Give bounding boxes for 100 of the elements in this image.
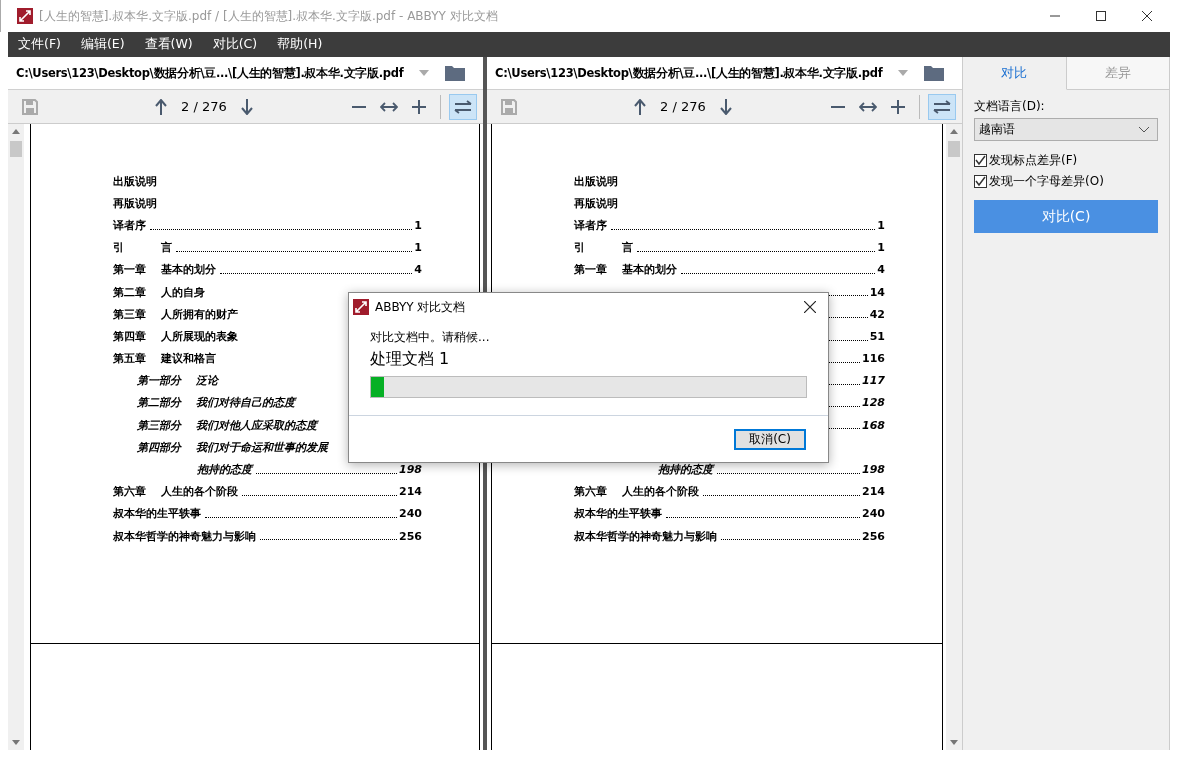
toc-title: 抱持的态度 <box>197 462 252 478</box>
swap-arrows-icon <box>454 99 472 114</box>
page-number: 1 <box>414 218 422 232</box>
arrow-down-icon[interactable] <box>240 98 253 115</box>
close-icon[interactable] <box>804 301 816 313</box>
page-indicator: 2 / 276 <box>181 99 227 114</box>
language-label: 文档语言(D): <box>974 98 1046 115</box>
arrow-up-icon[interactable] <box>634 98 646 115</box>
scrollbar-thumb[interactable] <box>948 141 960 157</box>
page-number: 116 <box>862 352 885 366</box>
toc-title: 我们对他人应采取的态度 <box>196 417 317 433</box>
toc-title: 我们对待自己的态度 <box>196 395 295 411</box>
page-number: 4 <box>877 263 885 277</box>
toc-title: 出版说明 <box>113 173 157 189</box>
page-number: 256 <box>862 529 885 543</box>
page-number: 240 <box>399 507 422 521</box>
swap-arrows-icon <box>933 99 951 114</box>
menu-item[interactable]: 查看(W) <box>134 36 203 53</box>
page-number: 128 <box>862 396 885 410</box>
toc-number: 第三部分 <box>137 417 183 433</box>
page-indicator: 2 / 276 <box>660 99 706 114</box>
zoom-in-icon[interactable] <box>891 99 905 114</box>
zoom-in-icon[interactable] <box>412 99 426 114</box>
toc-number: 第三章 <box>113 306 147 322</box>
page-number: 117 <box>862 374 885 388</box>
page-number: 1 <box>877 218 885 232</box>
toc-number: 第二部分 <box>137 395 183 411</box>
scrollbar-thumb[interactable] <box>10 141 22 157</box>
page-number: 168 <box>862 418 885 432</box>
page-number: 240 <box>862 507 885 521</box>
sync-scroll-toggle[interactable] <box>928 93 956 120</box>
page-number: 198 <box>399 463 422 477</box>
toc-title: 再版说明 <box>574 195 618 211</box>
toc-number: 第六章 <box>574 484 608 500</box>
toc-title: 再版说明 <box>113 195 157 211</box>
toc-title: 人所展现的表象 <box>161 328 238 344</box>
page-number: 51 <box>869 329 885 343</box>
toc-number: 第四章 <box>113 328 147 344</box>
scroll-down-icon[interactable] <box>950 740 958 745</box>
toc-title: 泛论 <box>196 373 218 389</box>
page-number: 42 <box>869 307 885 321</box>
language-dropdown[interactable]: 越南语 <box>974 118 1158 141</box>
toc-number: 第一章 <box>113 262 147 278</box>
menu-item[interactable]: 编辑(E) <box>70 36 135 53</box>
app-logo-icon <box>17 8 33 24</box>
scroll-up-icon[interactable] <box>950 129 958 134</box>
toc-title: 言 <box>622 240 633 256</box>
toc-title: 言 <box>161 240 172 256</box>
toc-title: 出版说明 <box>574 173 618 189</box>
toc-number: 第五章 <box>113 351 147 367</box>
vertical-scrollbar[interactable] <box>946 124 962 750</box>
page-number: 4 <box>414 263 422 277</box>
maximize-icon[interactable] <box>1096 11 1106 21</box>
page-number: 1 <box>414 241 422 255</box>
vertical-scrollbar[interactable] <box>8 124 24 750</box>
chevron-down-icon <box>1139 126 1149 133</box>
cancel-button[interactable]: 取消(C) <box>734 428 806 450</box>
menu-item[interactable]: 文件(F) <box>8 36 71 53</box>
toc-title: 基本的划分 <box>161 262 216 278</box>
window-title: [人生的智慧].叔本华.文字版.pdf / [人生的智慧].叔本华.文字版.pdf - ABBYY 对比文档 <box>39 7 498 25</box>
page-number: 214 <box>399 485 422 499</box>
checkbox[interactable] <box>974 175 987 188</box>
status-text: 处理文档 1 <box>370 349 451 370</box>
page-number: 198 <box>862 463 885 477</box>
sync-scroll-toggle[interactable] <box>449 93 477 120</box>
menu-item[interactable]: 对比(C) <box>202 36 268 53</box>
scroll-up-icon[interactable] <box>12 129 20 134</box>
fit-width-icon[interactable] <box>859 101 877 112</box>
toc-title: 译者序 <box>113 217 146 233</box>
toc-title: 我们对于命运和世事的发展 <box>196 439 328 455</box>
file-path: C:\Users\123\Desktop\数据分析\豆...\[人生的智慧].叔本华.文字版.pdf <box>16 65 404 81</box>
checkbox-label: 发现标点差异(F) <box>989 152 1078 169</box>
toc-number: 第一章 <box>574 262 608 278</box>
file-path: C:\Users\123\Desktop\数据分析\豆...\[人生的智慧].叔本华.文字版.pdf <box>495 65 883 81</box>
toc-title: 叔本华的生平轶事 <box>113 506 201 522</box>
toc-title: 叔本华哲学的神奇魅力与影响 <box>574 528 717 544</box>
page-number: 1 <box>877 241 885 255</box>
status-message: 对比文档中。请稍候... <box>370 329 491 346</box>
dialog-title: ABBYY 对比文档 <box>375 298 466 316</box>
close-icon[interactable] <box>1142 11 1152 21</box>
checkbox-label: 发现一个字母差异(O) <box>989 173 1104 190</box>
folder-icon[interactable] <box>445 65 466 81</box>
arrow-up-icon[interactable] <box>155 98 167 115</box>
toc-title: 人所拥有的财产 <box>161 306 238 322</box>
toc-number: 引 <box>574 240 586 256</box>
page-number: 14 <box>869 285 885 299</box>
toc-title: 译者序 <box>574 217 607 233</box>
menu-item[interactable]: 帮助(H) <box>267 36 333 53</box>
arrow-down-icon[interactable] <box>719 98 732 115</box>
page-number: 256 <box>399 529 422 543</box>
toc-title: 建议和格言 <box>161 351 216 367</box>
checkbox[interactable] <box>974 154 987 167</box>
toc-title: 叔本华的生平轶事 <box>574 506 662 522</box>
fit-width-icon[interactable] <box>380 101 398 112</box>
folder-icon[interactable] <box>924 65 945 81</box>
toc-title: 人生的各个阶段 <box>161 484 238 500</box>
scroll-down-icon[interactable] <box>12 740 20 745</box>
page-number: 214 <box>862 485 885 499</box>
toc-title: 叔本华哲学的神奇魅力与影响 <box>113 528 256 544</box>
toc-title: 基本的划分 <box>622 262 677 278</box>
